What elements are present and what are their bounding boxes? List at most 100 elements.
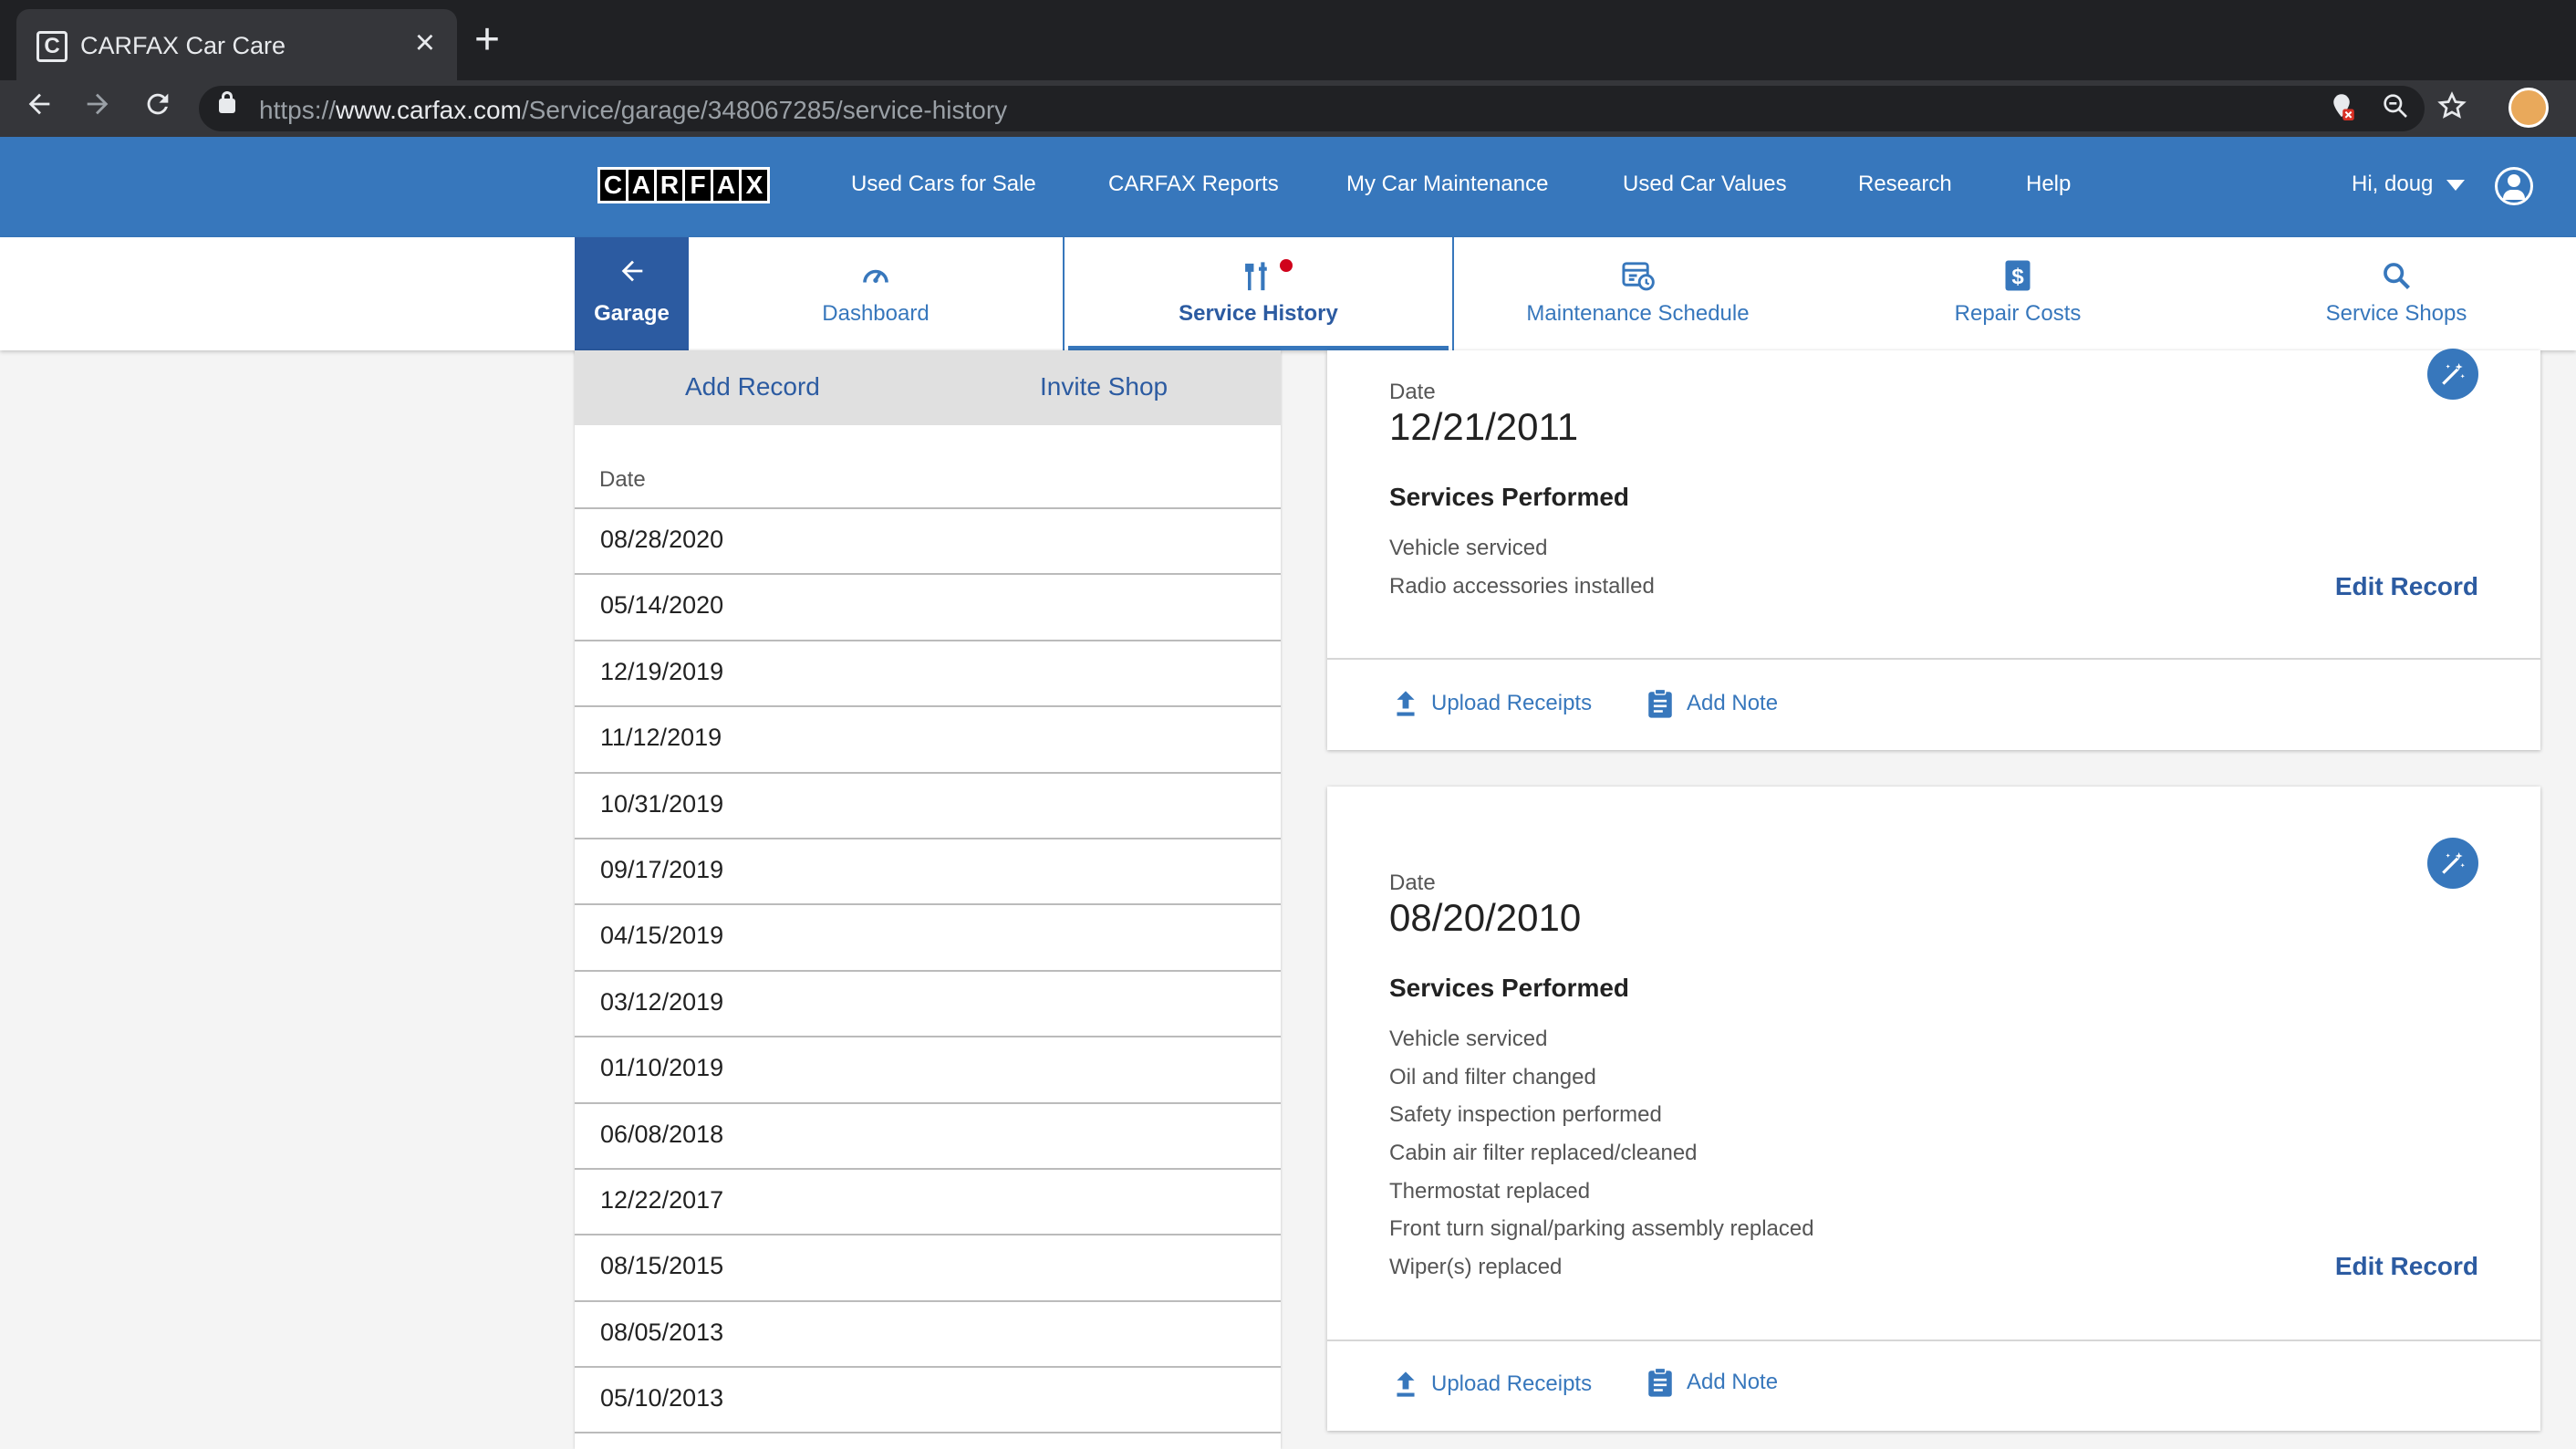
add-note-label: Add Note: [1687, 691, 1779, 715]
tab-maintenance-schedule[interactable]: Maintenance Schedule: [1454, 237, 1822, 350]
tab-label: Dashboard: [822, 301, 930, 326]
service-item: Wiper(s) replaced: [1389, 1255, 1563, 1280]
date-list-item[interactable]: 05/14/2020: [575, 573, 1281, 639]
svg-text:$: $: [2011, 265, 2024, 289]
record-date: 12/21/2011: [1389, 405, 1579, 448]
tab-label: Repair Costs: [1954, 301, 2082, 326]
date-list-item[interactable]: 08/05/2013: [575, 1299, 1281, 1366]
reload-icon[interactable]: [137, 88, 179, 130]
upload-receipts-button[interactable]: Upload Receipts: [1393, 690, 1592, 717]
address-bar[interactable]: https://www.carfax.com/Service/garage/34…: [199, 86, 2467, 131]
date-list-item[interactable]: 04/15/2019: [575, 903, 1281, 969]
back-arrow-icon[interactable]: [18, 88, 60, 130]
record-date-label: Date: [1389, 870, 1436, 895]
logo-letter: F: [685, 170, 711, 201]
garage-back-button[interactable]: Garage: [575, 237, 689, 350]
date-list-item[interactable]: 01/10/2019: [575, 1036, 1281, 1101]
service-item: Oil and filter changed: [1389, 1064, 1596, 1089]
add-note-button[interactable]: Add Note: [1646, 1367, 1778, 1398]
date-list-item[interactable]: 10/31/2019: [575, 771, 1281, 838]
date-list-item[interactable]: 11/12/2019: [575, 705, 1281, 771]
forward-arrow-icon[interactable]: [77, 88, 119, 130]
nav-help[interactable]: Help: [2026, 172, 2071, 197]
services-performed-title: Services Performed: [1389, 974, 1630, 1002]
speedometer-icon: [689, 257, 1063, 294]
magic-wand-icon[interactable]: [2427, 838, 2478, 889]
date-list-item[interactable]: 06/08/2018: [575, 1101, 1281, 1168]
service-date-sidebar: Add Record Invite Shop Date 08/28/2020 0…: [575, 350, 1281, 1449]
logo-letter: X: [742, 170, 767, 201]
service-item: Cabin air filter replaced/cleaned: [1389, 1141, 1698, 1166]
nav-research[interactable]: Research: [1858, 172, 1952, 197]
tab-service-shops[interactable]: Service Shops: [2214, 237, 2576, 350]
nav-my-car-maintenance[interactable]: My Car Maintenance: [1346, 172, 1548, 197]
notification-dot: [1280, 259, 1293, 272]
search-icon: [2214, 257, 2576, 294]
upload-icon: [1397, 1371, 1415, 1397]
user-menu-dropdown[interactable]: Hi, doug: [2352, 172, 2466, 197]
magic-wand-icon[interactable]: [2427, 349, 2478, 400]
new-tab-plus-icon[interactable]: +: [474, 18, 500, 62]
upload-receipts-label: Upload Receipts: [1431, 691, 1593, 715]
record-actions-bar: Add Record Invite Shop: [575, 350, 1281, 425]
date-column-header: Date: [599, 467, 646, 492]
service-item: Radio accessories installed: [1389, 573, 1655, 599]
tab-label: Service History: [1179, 301, 1338, 326]
upload-icon: [1397, 691, 1415, 716]
services-list: Vehicle serviced Oil and filter changed …: [1389, 1026, 1814, 1292]
bookmark-star-icon[interactable]: [2437, 91, 2467, 128]
garage-subnav: Garage Dashboard Service History Mainten…: [0, 237, 2576, 350]
service-record-card: Date 12/21/2011 Services Performed Vehic…: [1327, 349, 2540, 750]
browser-tab[interactable]: C CARFAX Car Care ×: [16, 9, 457, 80]
service-item: Vehicle serviced: [1389, 1027, 1548, 1051]
close-tab-icon[interactable]: ×: [415, 26, 435, 60]
date-list-item[interactable]: [575, 1432, 1281, 1449]
carfax-logo[interactable]: C A R F A X: [597, 167, 770, 203]
services-list: Vehicle serviced Radio accessories insta…: [1389, 535, 1655, 610]
card-divider: [1327, 658, 2540, 660]
browser-toolbar: https://www.carfax.com/Service/garage/34…: [0, 80, 2576, 137]
add-note-button[interactable]: Add Note: [1646, 688, 1778, 719]
date-list-item[interactable]: 08/15/2015: [575, 1234, 1281, 1299]
service-record-card: Date 08/20/2010 Services Performed Vehic…: [1327, 787, 2540, 1431]
nav-carfax-reports[interactable]: CARFAX Reports: [1108, 172, 1279, 197]
carfax-favicon-icon: C: [36, 31, 68, 62]
date-list-item[interactable]: 12/19/2019: [575, 639, 1281, 705]
url-text: https://www.carfax.com/Service/garage/34…: [259, 96, 1008, 124]
upload-receipts-button[interactable]: Upload Receipts: [1393, 1371, 1592, 1398]
calendar-clock-icon: [1454, 257, 1822, 294]
date-list-item[interactable]: 12/22/2017: [575, 1167, 1281, 1234]
service-item: Thermostat replaced: [1389, 1178, 1591, 1204]
edit-record-link[interactable]: Edit Record: [2335, 572, 2478, 601]
tab-dashboard[interactable]: Dashboard: [689, 237, 1063, 350]
blocked-location-icon[interactable]: [2328, 91, 2355, 130]
tab-repair-costs[interactable]: $ Repair Costs: [1822, 237, 2214, 350]
add-record-link[interactable]: Add Record: [685, 372, 820, 401]
lock-icon: [219, 91, 235, 113]
clipboard-icon: [1648, 1367, 1672, 1397]
dollar-sign-icon: $: [1822, 257, 2214, 294]
date-list-item[interactable]: 05/10/2013: [575, 1366, 1281, 1432]
service-item: Vehicle serviced: [1389, 536, 1548, 560]
user-greeting: Hi, doug: [2352, 172, 2434, 196]
date-list-item[interactable]: 03/12/2019: [575, 969, 1281, 1036]
edit-record-link[interactable]: Edit Record: [2335, 1252, 2478, 1281]
tab-service-history[interactable]: Service History: [1063, 237, 1454, 350]
browser-profile-avatar[interactable]: [2508, 88, 2549, 128]
browser-tab-bar: C CARFAX Car Care × +: [0, 0, 2576, 80]
nav-used-car-values[interactable]: Used Car Values: [1623, 172, 1787, 197]
account-circle-icon[interactable]: [2495, 167, 2533, 205]
nav-used-cars-for-sale[interactable]: Used Cars for Sale: [851, 172, 1036, 197]
record-date-label: Date: [1389, 380, 1436, 404]
date-list-item[interactable]: 08/28/2020: [575, 507, 1281, 573]
clipboard-icon: [1648, 688, 1672, 718]
date-list: 08/28/2020 05/14/2020 12/19/2019 11/12/2…: [575, 507, 1281, 1449]
add-note-label: Add Note: [1687, 1370, 1779, 1394]
zoom-magnifier-icon[interactable]: [2381, 91, 2410, 128]
logo-letter: A: [628, 170, 654, 201]
invite-shop-link[interactable]: Invite Shop: [1040, 372, 1168, 401]
record-date: 08/20/2010: [1389, 896, 1582, 939]
service-item: Front turn signal/parking assembly repla…: [1389, 1216, 1814, 1242]
date-list-item[interactable]: 09/17/2019: [575, 837, 1281, 903]
tab-label: Maintenance Schedule: [1526, 301, 1750, 326]
